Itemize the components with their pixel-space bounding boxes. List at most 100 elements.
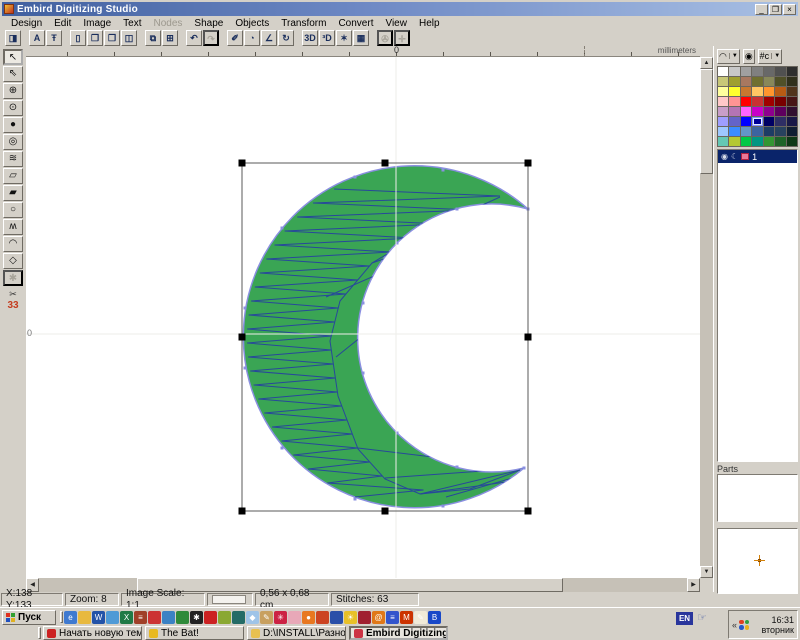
palette-swatch[interactable]: [775, 97, 785, 106]
palette-swatch[interactable]: [729, 107, 739, 116]
tool-shape-tool[interactable]: ◇: [3, 253, 23, 269]
menu-edit[interactable]: Edit: [48, 18, 77, 29]
angle-button[interactable]: ∠: [261, 30, 277, 46]
stitch-preview-button[interactable]: ◨: [5, 30, 21, 46]
quicklaunch-red-bag[interactable]: [358, 611, 371, 624]
quicklaunch-lines[interactable]: ≡: [386, 611, 399, 624]
palette-swatch[interactable]: [775, 117, 785, 126]
palette-swatch[interactable]: [775, 127, 785, 136]
palette-swatch[interactable]: [787, 107, 797, 116]
palette-swatch[interactable]: [775, 107, 785, 116]
quicklaunch-player[interactable]: [148, 611, 161, 624]
minimize-button[interactable]: _: [755, 4, 768, 15]
object-row-selected[interactable]: ◉ ☾ 1: [718, 150, 797, 163]
selection-handle[interactable]: [382, 508, 389, 515]
quicklaunch-orange-box[interactable]: @: [372, 611, 385, 624]
palette-swatch[interactable]: [718, 67, 728, 76]
palette-swatch[interactable]: [787, 137, 797, 146]
new-design-button[interactable]: ▯: [70, 30, 86, 46]
quicklaunch-globe[interactable]: [162, 611, 175, 624]
palette-swatch[interactable]: [764, 137, 774, 146]
palette-swatch[interactable]: [787, 117, 797, 126]
palette-swatch[interactable]: [729, 117, 739, 126]
selection-handle[interactable]: [382, 160, 389, 167]
language-indicator[interactable]: EN: [676, 612, 693, 625]
tool-sfumato-fill[interactable]: ≋: [3, 151, 23, 167]
save-design-button[interactable]: ◫: [121, 30, 137, 46]
tool-select[interactable]: ↖: [3, 49, 23, 65]
visibility-eye-icon[interactable]: ◉: [721, 152, 728, 162]
quicklaunch-bird[interactable]: [232, 611, 245, 624]
palette-swatch[interactable]: [787, 127, 797, 136]
palette-swatch[interactable]: [787, 97, 797, 106]
palette-swatch[interactable]: [787, 67, 797, 76]
palette-swatch[interactable]: [775, 67, 785, 76]
selection-handle[interactable]: [525, 508, 532, 515]
palette-swatch[interactable]: [764, 77, 774, 86]
box-3d-button[interactable]: 3D: [302, 30, 318, 46]
palette-swatch[interactable]: [741, 117, 751, 126]
palette-swatch[interactable]: [741, 97, 751, 106]
palette-swatch[interactable]: [729, 127, 739, 136]
tool-freehand-region[interactable]: ○: [3, 202, 23, 218]
quicklaunch-pencil[interactable]: ✎: [260, 611, 273, 624]
text-transform-button[interactable]: Ŧ: [46, 30, 62, 46]
palette-swatch[interactable]: [718, 97, 728, 106]
tool-edit-nodes[interactable]: ⇖: [3, 66, 23, 82]
tool-zoom-1-1[interactable]: ⊙: [3, 100, 23, 116]
palette-swatch[interactable]: [741, 137, 751, 146]
parts-list[interactable]: [717, 474, 798, 522]
quicklaunch-red-box[interactable]: [204, 611, 217, 624]
palette-swatch[interactable]: [718, 137, 728, 146]
quicklaunch-viewer[interactable]: [106, 611, 119, 624]
selection-handle[interactable]: [239, 508, 246, 515]
palette-swatch[interactable]: [718, 107, 728, 116]
taskbar-task-active[interactable]: Embird Digitizing Stud...: [349, 626, 448, 640]
quicklaunch-blue-window[interactable]: [330, 611, 343, 624]
palette-swatch[interactable]: [741, 107, 751, 116]
hscroll-thumb[interactable]: [137, 578, 563, 592]
palette-swatch[interactable]: [787, 77, 797, 86]
knife-button[interactable]: ✐: [227, 30, 243, 46]
quicklaunch-orange-ball[interactable]: ●: [302, 611, 315, 624]
selection-handle[interactable]: [239, 160, 246, 167]
tray-chevron[interactable]: «: [732, 620, 737, 630]
rotate-button[interactable]: ↻: [278, 30, 294, 46]
quicklaunch-notes[interactable]: ✎: [414, 611, 427, 624]
palette-swatch[interactable]: [764, 97, 774, 106]
quicklaunch-media[interactable]: M: [400, 611, 413, 624]
taskband-grip[interactable]: [38, 627, 41, 639]
import-design-button[interactable]: ❐: [104, 30, 120, 46]
palette-swatch[interactable]: [752, 97, 762, 106]
quicklaunch-sun[interactable]: ☀: [344, 611, 357, 624]
scroll-right-arrow[interactable]: ▶: [687, 578, 700, 592]
scroll-down-arrow[interactable]: ▼: [700, 566, 713, 578]
stitch-mode-dropdown[interactable]: #c▼: [758, 49, 782, 64]
palette-swatch[interactable]: [729, 77, 739, 86]
stitch-wand-button[interactable]: ✶: [336, 30, 352, 46]
menu-image[interactable]: Image: [77, 18, 117, 29]
quicklaunch-tree[interactable]: [176, 611, 189, 624]
palette-swatch[interactable]: [752, 87, 762, 96]
selection-handle[interactable]: [239, 334, 246, 341]
palette-swatch[interactable]: [741, 87, 751, 96]
start-button[interactable]: Пуск: [2, 610, 56, 625]
quicklaunch-word[interactable]: W: [92, 611, 105, 624]
design-canvas[interactable]: 0: [26, 57, 700, 578]
palette-swatch[interactable]: [764, 67, 774, 76]
palette-swatch[interactable]: [741, 77, 751, 86]
quicklaunch-folder[interactable]: [78, 611, 91, 624]
palette-swatch[interactable]: [741, 67, 751, 76]
object-list[interactable]: ◉ ☾ 1: [717, 149, 798, 462]
palette-swatch[interactable]: [729, 137, 739, 146]
palette-swatch[interactable]: [741, 127, 751, 136]
menu-view[interactable]: View: [379, 18, 413, 29]
menu-text[interactable]: Text: [117, 18, 147, 29]
restore-button[interactable]: ❐: [769, 4, 782, 15]
palette-swatch[interactable]: [752, 67, 762, 76]
menu-help[interactable]: Help: [413, 18, 446, 29]
palette-swatch[interactable]: [787, 87, 797, 96]
taskbar-task[interactable]: The Bat!: [145, 626, 244, 640]
palette-swatch[interactable]: [718, 87, 728, 96]
tool-zigzag-stitch[interactable]: ʍ: [3, 219, 23, 235]
